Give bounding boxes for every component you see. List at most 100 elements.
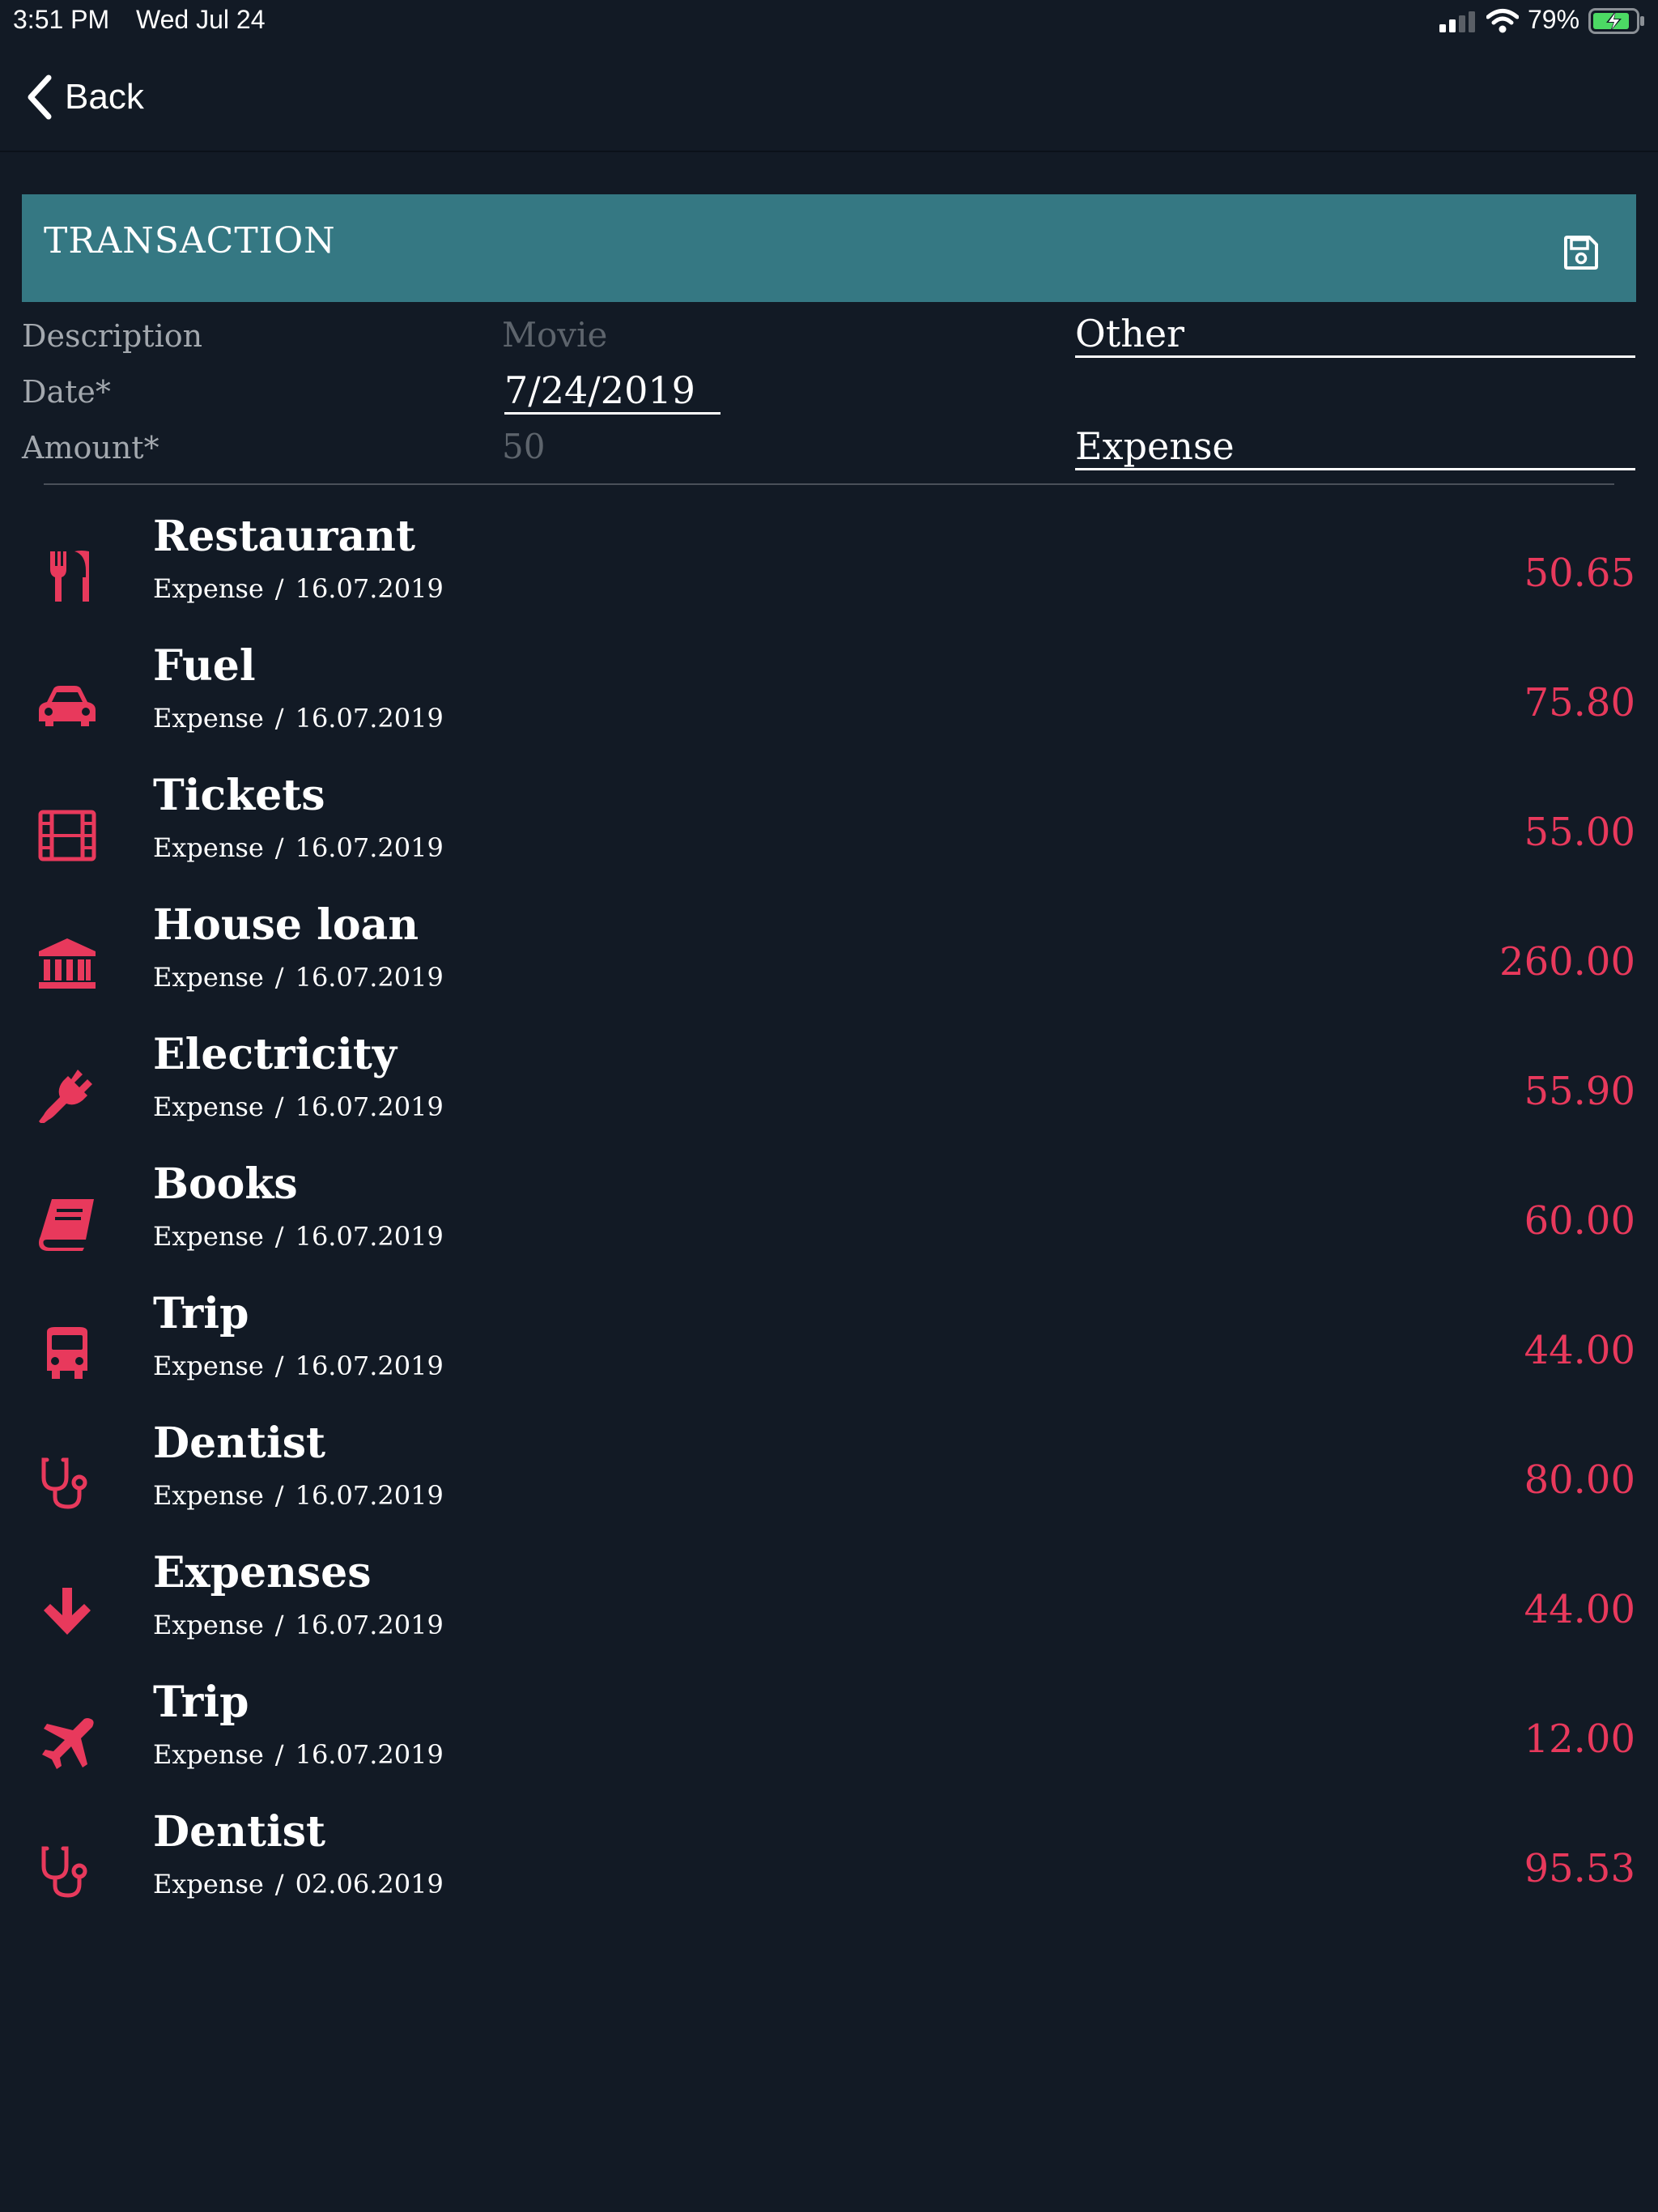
film-icon <box>36 807 99 864</box>
transaction-date: 16.07.2019 <box>295 1091 444 1122</box>
wifi-icon <box>1486 9 1519 33</box>
transaction-amount: 75.80 <box>1524 680 1635 725</box>
transaction-type: Expense <box>153 832 264 863</box>
description-input[interactable]: Movie <box>502 315 607 355</box>
battery-percentage: 79% <box>1528 5 1580 34</box>
transaction-date: 16.07.2019 <box>295 962 444 993</box>
transaction-type: Expense <box>153 1739 264 1770</box>
transaction-type: Expense <box>153 1480 264 1511</box>
transaction-type: Expense <box>153 1221 264 1252</box>
transaction-meta: Expense / 16.07.2019 <box>153 832 444 863</box>
date-field[interactable]: 7/24/2019 <box>504 368 721 415</box>
chevron-left-icon <box>28 74 52 120</box>
back-label: Back <box>65 77 144 117</box>
transaction-type: Expense <box>153 1091 264 1122</box>
transaction-date: 16.07.2019 <box>295 1221 444 1252</box>
transaction-title: Dentist <box>153 1419 326 1468</box>
transaction-amount: 55.00 <box>1524 810 1635 855</box>
transaction-row[interactable]: Trip Expense / 16.07.2019 44.00 <box>0 1289 1658 1419</box>
transaction-row[interactable]: Trip Expense / 16.07.2019 12.00 <box>0 1678 1658 1807</box>
amount-input[interactable]: 50 <box>502 427 545 466</box>
transaction-amount: 60.00 <box>1524 1198 1635 1244</box>
cellular-signal-icon <box>1439 11 1475 32</box>
transaction-type: Expense <box>153 1351 264 1381</box>
transaction-meta: Expense / 16.07.2019 <box>153 573 444 604</box>
transaction-amount: 50.65 <box>1524 551 1635 596</box>
separator: / <box>274 962 284 993</box>
arrow-down-icon <box>36 1585 99 1641</box>
transaction-date: 16.07.2019 <box>295 1351 444 1381</box>
transaction-amount: 44.00 <box>1524 1587 1635 1632</box>
transaction-title: Tickets <box>153 771 325 820</box>
transaction-type: Expense <box>153 703 264 734</box>
status-time: 3:51 PM <box>13 5 110 34</box>
transaction-type: Expense <box>153 573 264 604</box>
transaction-date: 02.06.2019 <box>295 1869 444 1899</box>
transaction-type: Expense <box>153 1869 264 1899</box>
transaction-meta: Expense / 16.07.2019 <box>153 1091 444 1122</box>
transaction-meta: Expense / 16.07.2019 <box>153 1351 444 1381</box>
transaction-type: Expense <box>153 962 264 993</box>
transaction-title: House loan <box>153 900 419 950</box>
transaction-meta: Expense / 16.07.2019 <box>153 1480 444 1511</box>
transaction-row[interactable]: Books Expense / 16.07.2019 60.00 <box>0 1159 1658 1289</box>
date-label: Date* <box>22 374 111 410</box>
transaction-title: Electricity <box>153 1030 397 1079</box>
back-button[interactable]: Back <box>23 73 144 121</box>
transaction-amount: 12.00 <box>1524 1716 1635 1762</box>
transaction-meta: Expense / 16.07.2019 <box>153 962 444 993</box>
plane-icon <box>36 1714 99 1771</box>
page-title: TRANSACTION <box>44 220 336 262</box>
transaction-amount: 80.00 <box>1524 1457 1635 1503</box>
save-icon[interactable] <box>1563 235 1599 270</box>
transaction-title: Trip <box>153 1678 249 1727</box>
separator: / <box>274 573 284 604</box>
navigation-bar: Back <box>0 49 1658 152</box>
plug-icon <box>36 1066 99 1125</box>
transaction-title: Dentist <box>153 1807 326 1857</box>
transaction-row[interactable]: Restaurant Expense / 16.07.2019 50.65 <box>0 512 1658 641</box>
transaction-date: 16.07.2019 <box>295 1739 444 1770</box>
separator: / <box>274 1480 284 1511</box>
transaction-row[interactable]: Fuel Expense / 16.07.2019 75.80 <box>0 641 1658 771</box>
description-label: Description <box>22 318 203 354</box>
transaction-date: 16.07.2019 <box>295 1610 444 1640</box>
transaction-meta: Expense / 02.06.2019 <box>153 1869 444 1899</box>
transaction-meta: Expense / 16.07.2019 <box>153 703 444 734</box>
amount-label: Amount* <box>22 430 159 466</box>
transaction-meta: Expense / 16.07.2019 <box>153 1739 444 1770</box>
transaction-amount: 44.00 <box>1524 1328 1635 1373</box>
type-select[interactable]: Expense <box>1075 424 1635 470</box>
transaction-title: Restaurant <box>153 512 416 561</box>
separator: / <box>274 1869 284 1899</box>
stethoscope-icon <box>36 1455 99 1512</box>
status-bar: 3:51 PM Wed Jul 24 79% <box>0 0 1658 42</box>
stethoscope-icon <box>36 1844 99 1900</box>
category-select[interactable]: Other <box>1075 312 1635 358</box>
separator: / <box>274 1091 284 1122</box>
transaction-row[interactable]: Dentist Expense / 16.07.2019 80.00 <box>0 1419 1658 1548</box>
transaction-row[interactable]: House loan Expense / 16.07.2019 260.00 <box>0 900 1658 1030</box>
transaction-date: 16.07.2019 <box>295 832 444 863</box>
separator: / <box>274 703 284 734</box>
separator: / <box>274 832 284 863</box>
transaction-date: 16.07.2019 <box>295 573 444 604</box>
transaction-title: Trip <box>153 1289 249 1338</box>
transaction-date: 16.07.2019 <box>295 703 444 734</box>
transaction-title: Expenses <box>153 1548 372 1597</box>
book-icon <box>36 1196 99 1253</box>
bank-icon <box>36 937 99 993</box>
transaction-amount: 55.90 <box>1524 1069 1635 1114</box>
car-icon <box>36 678 99 734</box>
transaction-amount: 260.00 <box>1499 939 1635 985</box>
transaction-title: Fuel <box>153 641 256 691</box>
transaction-row[interactable]: Electricity Expense / 16.07.2019 55.90 <box>0 1030 1658 1159</box>
separator: / <box>274 1739 284 1770</box>
utensils-icon <box>36 548 99 605</box>
battery-charging-icon <box>1588 8 1644 34</box>
bus-icon <box>36 1325 99 1382</box>
transaction-row[interactable]: Expenses Expense / 16.07.2019 44.00 <box>0 1548 1658 1678</box>
transaction-row[interactable]: Tickets Expense / 16.07.2019 55.00 <box>0 771 1658 900</box>
transaction-row[interactable]: Dentist Expense / 02.06.2019 95.53 <box>0 1807 1658 1937</box>
transaction-title: Books <box>153 1159 298 1209</box>
